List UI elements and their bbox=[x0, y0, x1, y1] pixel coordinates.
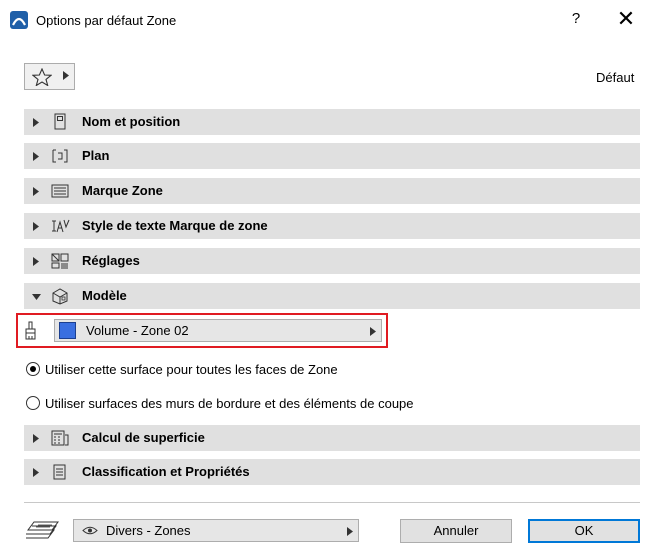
expand-arrow-icon bbox=[33, 118, 39, 127]
star-icon bbox=[32, 68, 52, 86]
favorites-button[interactable] bbox=[24, 63, 75, 90]
collapse-arrow-icon bbox=[32, 294, 41, 300]
eye-icon bbox=[82, 526, 98, 535]
caret-right-icon bbox=[370, 327, 376, 336]
radio-label: Utiliser cette surface pour toutes les f… bbox=[45, 362, 338, 377]
paint-brush-icon[interactable] bbox=[24, 321, 38, 340]
section-label: Nom et position bbox=[82, 114, 181, 129]
section-plan[interactable]: Plan bbox=[24, 143, 640, 169]
section-label: Plan bbox=[82, 148, 110, 163]
layer-picker[interactable]: Divers - Zones bbox=[73, 519, 359, 542]
archicad-app-icon bbox=[10, 11, 28, 29]
section-label: Classification et Propriétés bbox=[82, 464, 250, 479]
text-style-icon bbox=[52, 219, 70, 233]
section-reglages[interactable]: Réglages bbox=[24, 248, 640, 274]
ok-button[interactable]: OK bbox=[528, 519, 640, 543]
caret-right-icon bbox=[347, 527, 353, 536]
cancel-button[interactable]: Annuler bbox=[400, 519, 512, 543]
expand-arrow-icon bbox=[33, 187, 39, 196]
section-calcul-de-superficie[interactable]: Calcul de superficie bbox=[24, 425, 640, 451]
area-calc-icon bbox=[51, 430, 69, 446]
layer-name: Divers - Zones bbox=[106, 523, 191, 538]
surface-name: Volume - Zone 02 bbox=[86, 323, 189, 338]
help-button[interactable]: ? bbox=[564, 7, 588, 31]
window-title: Options par défaut Zone bbox=[36, 13, 177, 28]
section-label: Réglages bbox=[82, 253, 140, 268]
section-style-de-texte[interactable]: Style de texte Marque de zone bbox=[24, 213, 640, 239]
model-icon bbox=[52, 288, 68, 305]
section-label: Modèle bbox=[82, 288, 127, 303]
section-modele[interactable]: Modèle bbox=[24, 283, 640, 309]
section-label: Style de texte Marque de zone bbox=[82, 218, 268, 233]
expand-arrow-icon bbox=[33, 222, 39, 231]
radio-button[interactable] bbox=[26, 396, 40, 410]
section-label: Calcul de superficie bbox=[82, 430, 205, 445]
expand-arrow-icon bbox=[33, 468, 39, 477]
expand-arrow-icon bbox=[33, 257, 39, 266]
radio-button[interactable] bbox=[26, 362, 40, 376]
settings-icon bbox=[51, 253, 69, 269]
caret-right-icon bbox=[63, 71, 69, 80]
radio-label: Utiliser surfaces des murs de bordure et… bbox=[45, 396, 414, 411]
expand-arrow-icon bbox=[33, 152, 39, 161]
surface-picker[interactable]: Volume - Zone 02 bbox=[54, 319, 382, 342]
layer-icon bbox=[26, 521, 59, 539]
title-bar: Options par défaut Zone ? ✕ bbox=[0, 0, 652, 42]
zone-stamp-icon bbox=[51, 184, 69, 198]
section-nom-et-position[interactable]: Nom et position bbox=[24, 109, 640, 135]
close-button[interactable]: ✕ bbox=[614, 7, 638, 31]
floor-plan-icon bbox=[52, 149, 68, 163]
surface-color-swatch bbox=[59, 322, 76, 339]
name-position-icon bbox=[54, 113, 66, 130]
surface-override-row: Volume - Zone 02 bbox=[16, 313, 388, 348]
section-classification-et-proprietes[interactable]: Classification et Propriétés bbox=[24, 459, 640, 485]
expand-arrow-icon bbox=[33, 434, 39, 443]
section-label: Marque Zone bbox=[82, 183, 163, 198]
section-marque-zone[interactable]: Marque Zone bbox=[24, 178, 640, 204]
default-label: Défaut bbox=[596, 70, 635, 85]
classification-icon bbox=[53, 464, 66, 480]
footer-separator bbox=[24, 502, 640, 503]
